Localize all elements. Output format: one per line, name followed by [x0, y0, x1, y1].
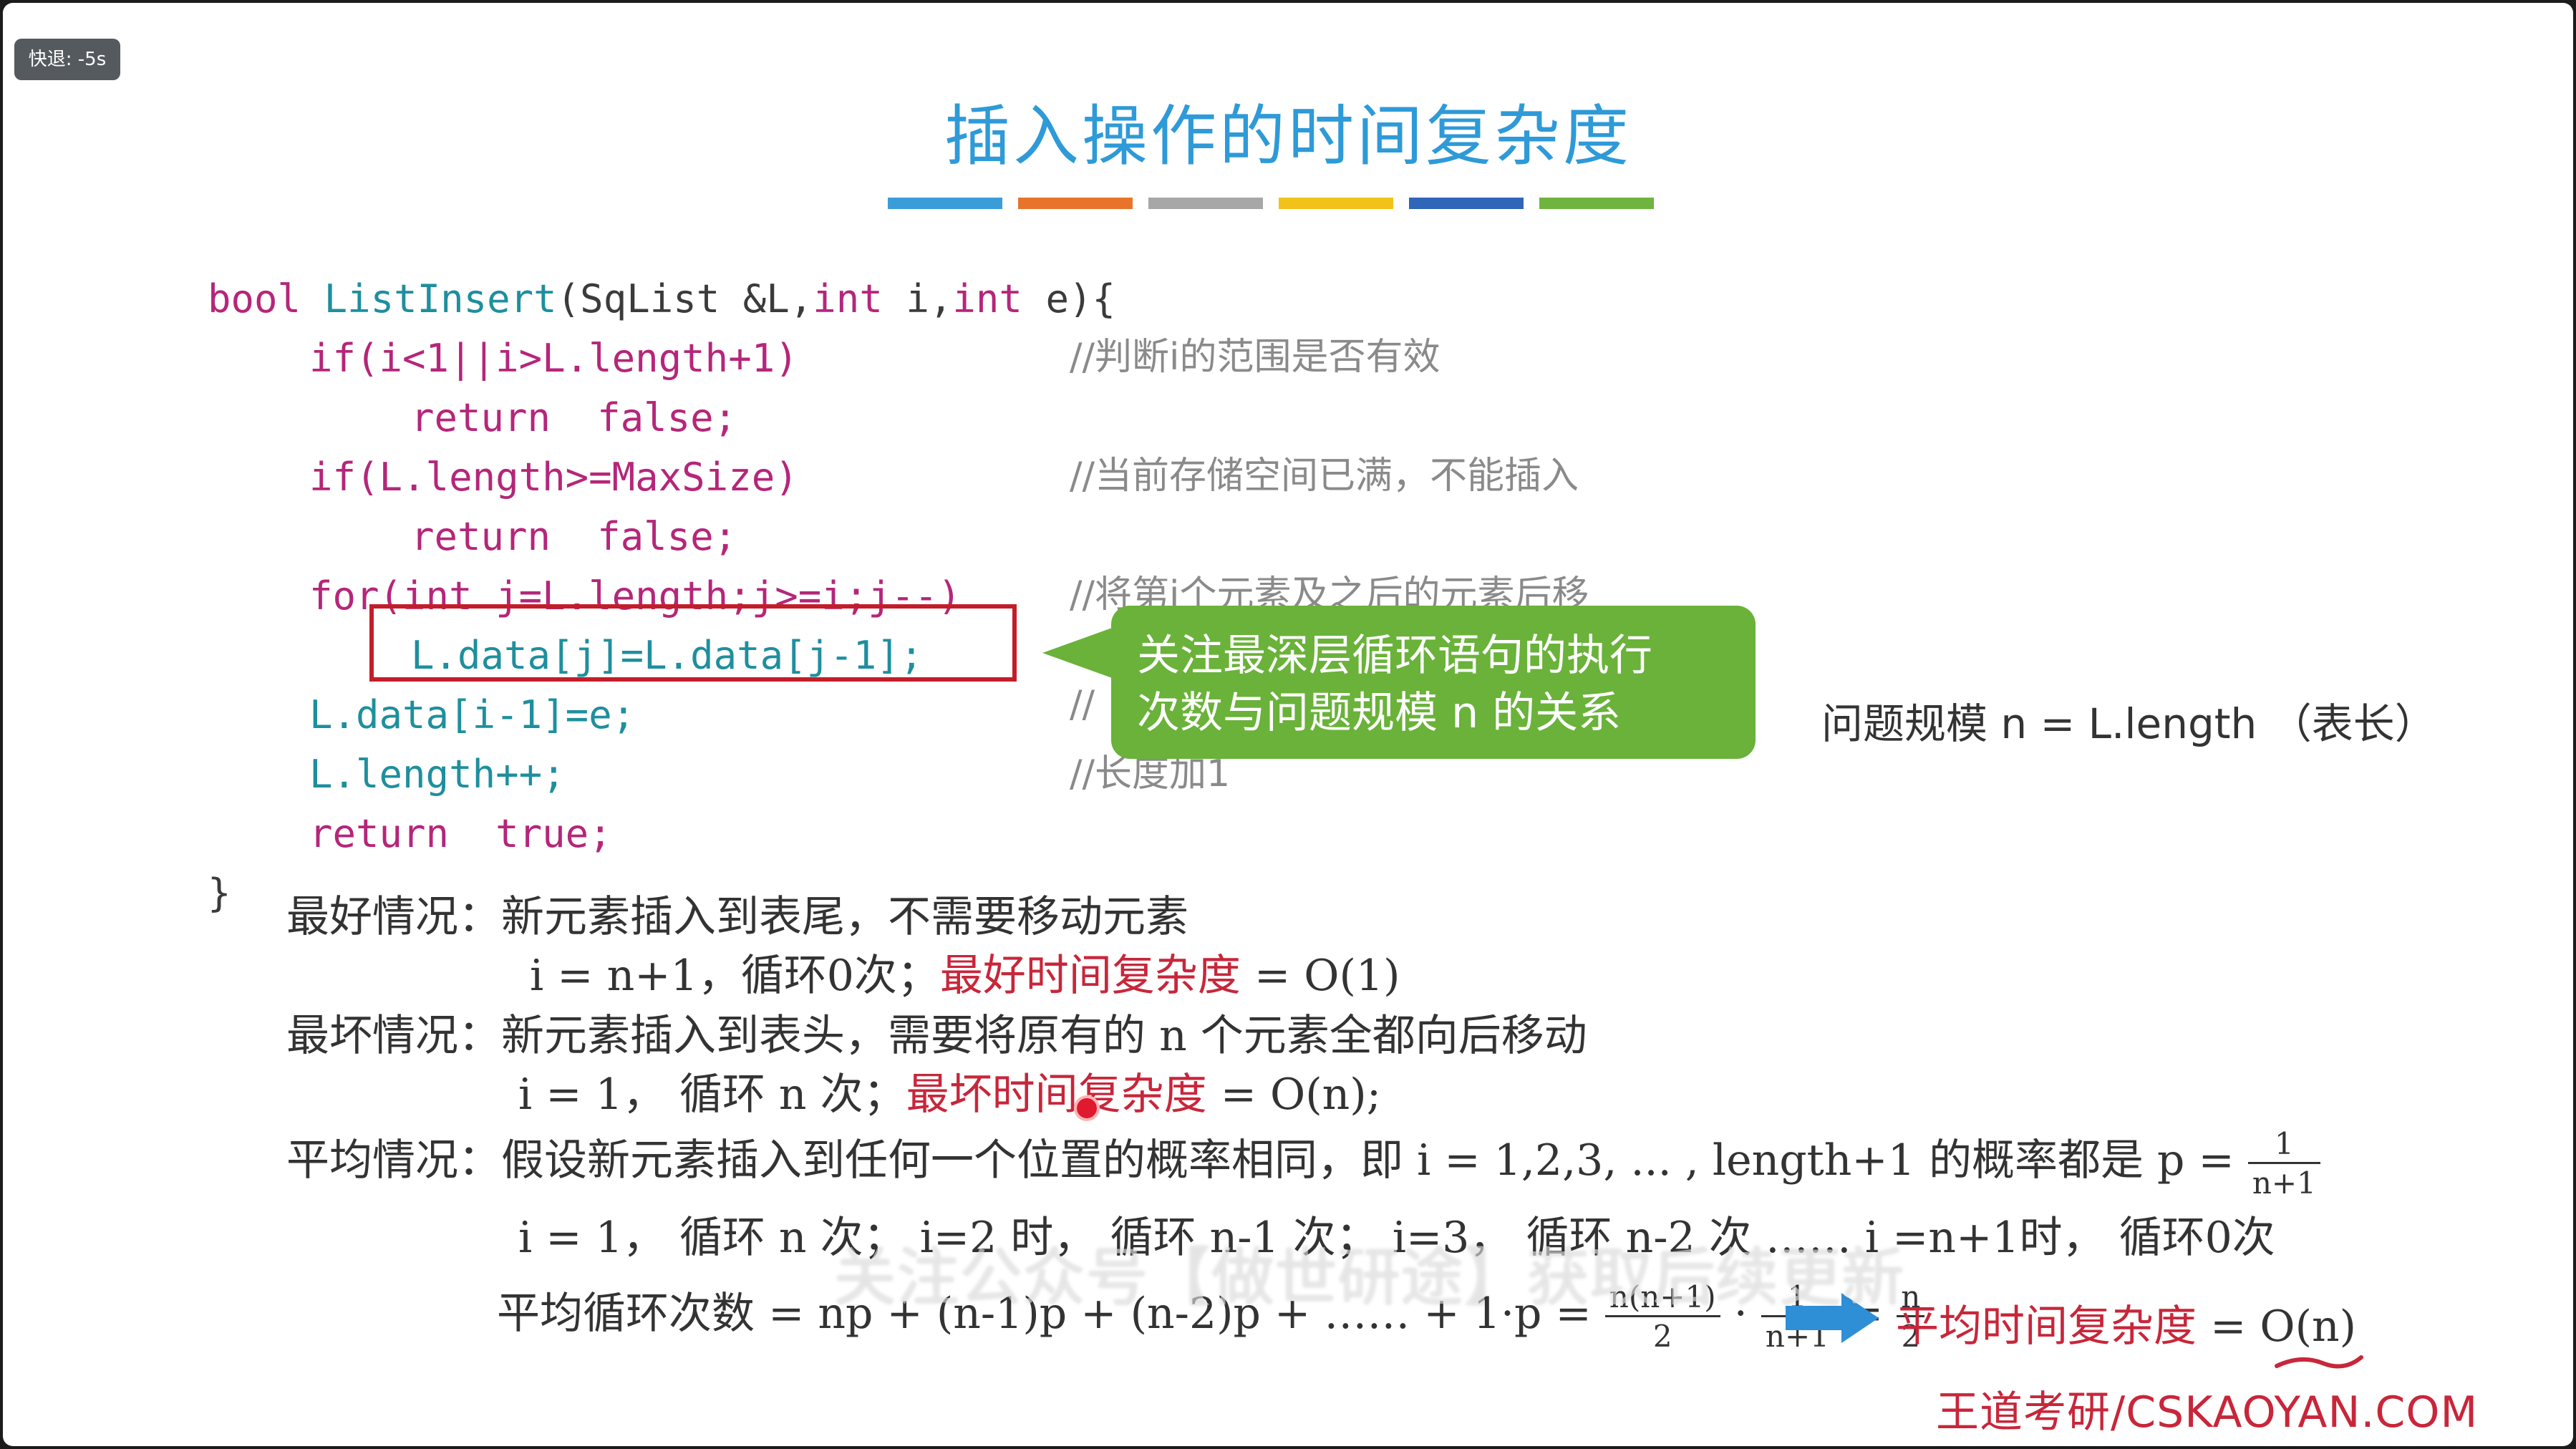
comment-4: // [1070, 683, 1095, 726]
code-line-10: return true; [309, 811, 612, 856]
color-bar-1 [888, 198, 1002, 209]
color-bar-4 [1279, 198, 1393, 209]
best-case-line: 最好情况：新元素插入到表尾，不需要移动元素 [286, 892, 1188, 942]
comment-1: //判断i的范围是否有效 [1070, 336, 1440, 379]
seek-badge: 快退: -5s [14, 39, 120, 80]
p-fraction: 1 n+1 [2247, 1128, 2320, 1198]
underline-mark-icon [2275, 1355, 2363, 1369]
worst-case-line: 最坏情况：新元素插入到表头，需要将原有的 n 个元素全都向后移动 [286, 1011, 1587, 1061]
code-line-4: if(L.length>=MaxSize) [309, 455, 798, 500]
average-case-line: 平均情况：假设新元素插入到任何一个位置的概率相同，即 i = 1,2,3, ..… [286, 1125, 2320, 1198]
brand-label: 王道考研/CSKAOYAN.COM [1936, 1387, 2479, 1438]
average-complexity: 平均时间复杂度 = O(n) [1896, 1302, 2357, 1352]
callout-line-2: 次数与问题规模 n 的关系 [1137, 688, 1622, 738]
problem-scale: 问题规模 n = L.length （表长） [1821, 699, 2436, 748]
pointer-dot-icon [1074, 1095, 1100, 1121]
code-line-2: if(i<1||i>L.length+1) [309, 336, 798, 381]
callout-box: 关注最深层循环语句的执行 次数与问题规模 n 的关系 [1111, 606, 1756, 759]
code-block: bool ListInsert(SqList &L,int i,int e){ … [208, 269, 1115, 923]
slide-title: 插入操作的时间复杂度 [944, 98, 1632, 175]
comment-2: //当前存储空间已满，不能插入 [1070, 455, 1579, 498]
color-bar-3 [1148, 198, 1263, 209]
callout-line-1: 关注最深层循环语句的执行 [1137, 631, 1652, 681]
code-line-8: L.data[i-1]=e; [309, 692, 636, 737]
best-case-detail: i = n+1，循环0次；最好时间复杂度 = O(1) [530, 951, 1400, 1001]
code-line-5: return false; [411, 514, 737, 559]
code-line-9: L.length++; [309, 752, 566, 797]
code-line-3: return false; [411, 395, 737, 440]
color-bar-2 [1018, 198, 1133, 209]
color-bar-6 [1539, 198, 1654, 209]
worst-case-detail: i = 1， 循环 n 次；最坏时间复杂度 = O(n); [518, 1070, 1381, 1120]
highlight-box [369, 604, 1017, 682]
code-line-1: bool ListInsert(SqList &L,int i,int e){ [208, 276, 1115, 321]
slide: 快退: -5s 插入操作的时间复杂度 bool ListInsert(SqLis… [3, 3, 2573, 1446]
color-bar-5 [1409, 198, 1524, 209]
callout-pointer [1042, 627, 1114, 679]
watermark: 关注公众号【做世研途】获取后续更新 [833, 1241, 1905, 1314]
